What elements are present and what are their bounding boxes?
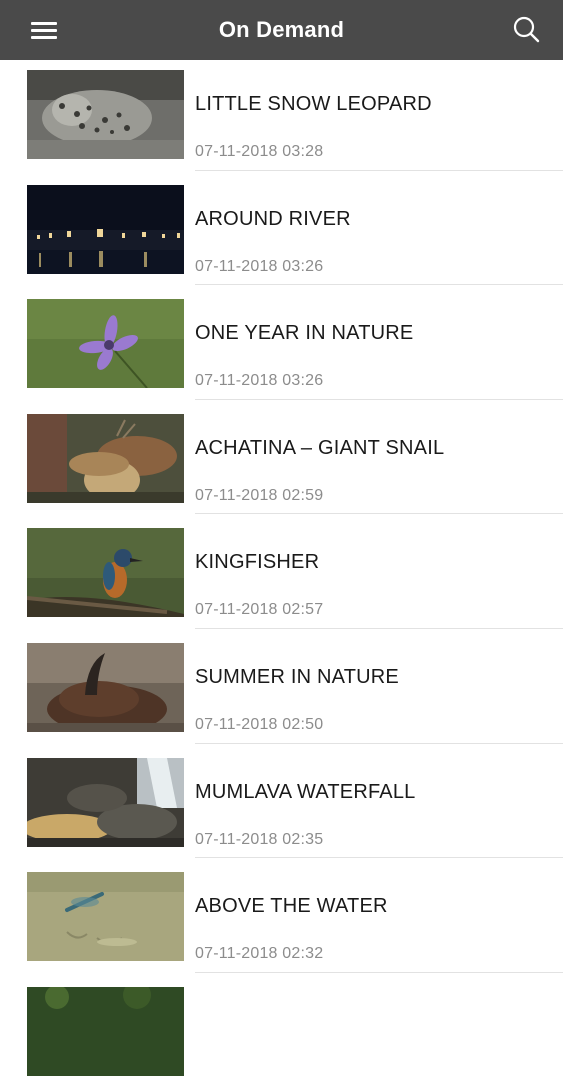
divider (195, 513, 563, 515)
video-date: 07-11-2018 02:50 (195, 715, 324, 733)
list-item[interactable]: AROUND RIVER 07-11-2018 03:26 (0, 175, 563, 290)
divider (195, 398, 563, 400)
thumbnail-kingfisher[interactable] (27, 528, 184, 618)
search-icon[interactable] (509, 12, 545, 48)
list-item[interactable]: MUMLAVA WATERFALL 07-11-2018 02:35 (0, 748, 563, 863)
thumbnail-snow-leopard[interactable] (27, 70, 184, 159)
thumbnail-giant-snail[interactable] (27, 413, 184, 503)
video-title[interactable]: AROUND RIVER (195, 208, 351, 231)
divider (195, 857, 563, 859)
app-header: On Demand (0, 0, 563, 60)
thumbnail-summer-in-nature[interactable] (27, 642, 184, 732)
video-date: 07-11-2018 03:28 (195, 143, 324, 160)
divider (195, 284, 563, 286)
list-item[interactable] (0, 977, 563, 1091)
video-title[interactable]: ABOVE THE WATER (195, 895, 388, 918)
divider (195, 169, 563, 171)
list-item[interactable]: ACHATINA – GIANT SNAIL 07-11-2018 02:59 (0, 404, 563, 519)
video-title[interactable]: ONE YEAR IN NATURE (195, 322, 413, 345)
list-item[interactable]: ONE YEAR IN NATURE 07-11-2018 03:26 (0, 289, 563, 404)
thumbnail-mumlava-waterfall[interactable] (27, 757, 184, 847)
page-title: On Demand (218, 17, 345, 42)
video-date: 07-11-2018 02:57 (195, 601, 324, 619)
list-item[interactable]: ABOVE THE WATER 07-11-2018 02:32 (0, 862, 563, 977)
list-item[interactable]: KINGFISHER 07-11-2018 02:57 (0, 518, 563, 633)
thumbnail-above-the-water[interactable] (27, 872, 184, 962)
divider (195, 742, 563, 744)
video-title[interactable]: MUMLAVA WATERFALL (195, 781, 415, 804)
video-date: 07-11-2018 03:26 (195, 372, 324, 390)
list-item[interactable]: SUMMER IN NATURE 07-11-2018 02:50 (0, 633, 563, 748)
video-title[interactable]: ACHATINA – GIANT SNAIL (195, 437, 444, 460)
thumbnail-partial[interactable] (27, 986, 184, 1076)
video-date: 07-11-2018 02:35 (195, 830, 324, 848)
video-title[interactable]: SUMMER IN NATURE (195, 666, 399, 689)
video-list: LITTLE SNOW LEOPARD 07-11-2018 03:28 ARO… (0, 60, 563, 1091)
thumbnail-around-river[interactable] (27, 184, 184, 274)
video-title[interactable]: LITTLE SNOW LEOPARD (195, 93, 432, 116)
video-title[interactable]: KINGFISHER (195, 551, 319, 574)
thumbnail-one-year-in-nature[interactable] (27, 299, 184, 389)
divider (195, 971, 563, 973)
video-date: 07-11-2018 03:26 (195, 257, 324, 275)
list-item[interactable]: LITTLE SNOW LEOPARD 07-11-2018 03:28 (0, 60, 563, 175)
video-date: 07-11-2018 02:32 (195, 945, 324, 963)
hamburger-menu-icon[interactable] (22, 16, 66, 46)
divider (195, 627, 563, 629)
video-date: 07-11-2018 02:59 (195, 486, 324, 504)
